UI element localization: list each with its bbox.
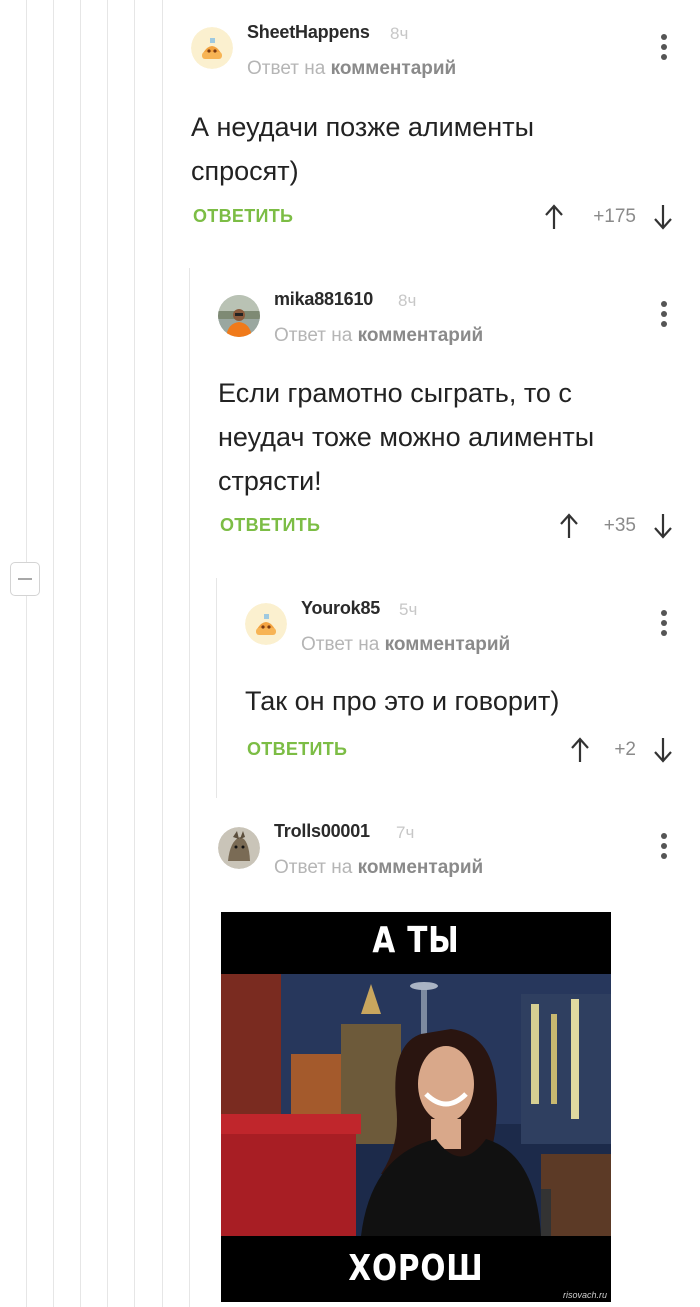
reply-to[interactable]: Ответ на комментарий <box>274 857 483 879</box>
comment-author[interactable]: Trolls00001 <box>274 821 370 842</box>
avatar[interactable] <box>218 827 260 869</box>
watermark: risovach.ru <box>562 1290 607 1300</box>
more-vertical-icon[interactable] <box>658 833 670 861</box>
comment-time: 7ч <box>396 823 415 842</box>
meme-bottom-caption: ХОРОШ <box>348 1248 484 1289</box>
meme-photo <box>221 974 611 1236</box>
meme-top-caption: А ТЫ <box>372 920 460 961</box>
meme-image[interactable]: А ТЫ ХОРОШ risovach.ru <box>221 912 611 1302</box>
comment: Trolls00001 7ч Ответ на комментарий А ТЫ <box>0 0 700 1307</box>
